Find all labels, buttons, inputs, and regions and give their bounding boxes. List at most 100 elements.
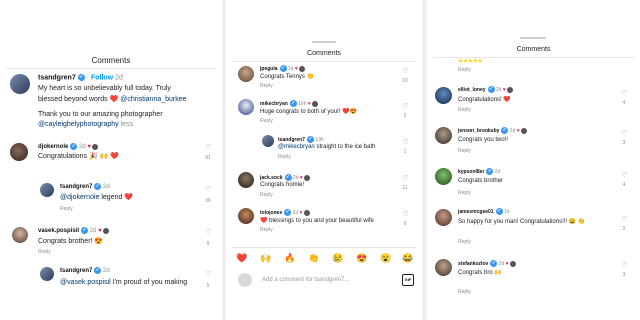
comment-header[interactable]: jamesmcgee01 ✓ 1d — [458, 208, 510, 215]
comment-header[interactable]: tolojones ✓ 2d ♥ — [260, 209, 310, 216]
comment-header[interactable]: jpegula ✓ 1d ♥ — [260, 65, 305, 72]
username[interactable]: tsandgren7 — [38, 74, 76, 81]
drag-handle[interactable] — [312, 41, 336, 43]
comment-header[interactable]: tsandgren7 ✓ 13h — [278, 136, 324, 143]
comment-header[interactable]: kypsonl8er ✓ 2d — [458, 168, 500, 175]
gif-button[interactable]: GIF — [402, 274, 414, 286]
avatar[interactable] — [40, 267, 54, 281]
emoji-fire-button[interactable]: 🔥 — [284, 253, 295, 264]
like-heart-icon[interactable]: ♡ — [402, 139, 409, 146]
follow-button[interactable]: Follow — [91, 74, 113, 81]
verified-badge-icon: ✓ — [70, 143, 78, 150]
like-heart-icon[interactable]: ♡ — [621, 130, 628, 137]
comment-header[interactable]: tsandgren7 ✓ 2d — [60, 183, 110, 190]
comment-text: Huge congrats to both of you!! ❤️😍 — [260, 109, 357, 115]
reply-link[interactable]: Reply — [458, 289, 471, 295]
comment-text: Congrats Tennys 👏 — [260, 74, 315, 80]
mention-link[interactable]: @christianna_burkee — [120, 96, 186, 103]
avatar[interactable] — [238, 66, 254, 82]
comment-header[interactable]: stefankozlov ✓ 2d ♥ — [458, 260, 516, 267]
like-heart-icon[interactable]: ♡ — [621, 172, 628, 179]
reply-link[interactable]: Reply — [260, 227, 273, 233]
reply-link[interactable]: Reply — [260, 83, 273, 89]
emoji-laughing-button[interactable]: 😂 — [402, 253, 413, 264]
comment-text: @mikecbryan straight to the ice bath — [278, 144, 376, 150]
verified-badge-icon: ✓ — [77, 74, 85, 81]
like-count: 6 — [403, 221, 407, 227]
avatar[interactable] — [435, 259, 452, 276]
avatar[interactable] — [262, 135, 274, 147]
comment-header[interactable]: jenson_brooksby ✓ 2d ♥ — [458, 127, 527, 134]
avatar[interactable] — [40, 183, 54, 197]
comment-header[interactable]: djokernole ✓ 2d ♥ — [38, 143, 98, 150]
reply-link[interactable]: Reply — [458, 148, 471, 154]
like-heart-icon[interactable]: ♡ — [205, 186, 212, 193]
avatar[interactable] — [238, 99, 254, 115]
verified-badge-icon: ✓ — [490, 260, 498, 267]
like-count: 4 — [622, 182, 626, 188]
like-heart-icon[interactable]: ♡ — [205, 144, 212, 151]
comment-text: @vasek.pospisil I'm proud of you making — [60, 279, 188, 286]
comment-header[interactable]: jack.sock ✓ 2d ♥ — [260, 174, 310, 181]
emoji-heart-eyes-button[interactable]: 😍 — [356, 253, 367, 264]
less-link[interactable]: less — [119, 121, 133, 128]
emoji-sad-button[interactable]: 😢 — [332, 253, 343, 264]
avatar[interactable] — [238, 172, 254, 188]
emoji-raised-hands-button[interactable]: 🙌 — [260, 253, 271, 264]
avatar[interactable] — [12, 227, 28, 243]
emoji-surprised-button[interactable]: 😮 — [380, 253, 391, 264]
avatar[interactable] — [435, 127, 452, 144]
reply-link[interactable]: Reply — [458, 107, 471, 113]
avatar[interactable] — [435, 168, 452, 185]
post-author[interactable]: tsandgren7 ✓ · Follow 2d — [38, 74, 123, 81]
reply-link[interactable]: Reply — [278, 154, 291, 160]
like-heart-icon[interactable]: ♡ — [402, 68, 409, 75]
comment-text: Congrats brother — [458, 178, 504, 184]
current-user-avatar — [238, 273, 252, 287]
comment-text: So happy for you man! Congratulations!!!… — [458, 219, 586, 225]
like-heart-icon[interactable]: ♡ — [205, 229, 212, 236]
verified-badge-icon: ✓ — [495, 208, 503, 215]
avatar[interactable] — [435, 87, 452, 104]
emoji-heart-button[interactable]: ❤️ — [236, 253, 247, 264]
mention-link[interactable]: @mikecbryan — [278, 144, 315, 150]
reply-link[interactable]: Reply — [260, 118, 273, 124]
username: tsandgren7 — [278, 136, 305, 143]
comment-header[interactable]: tsandgren7 ✓ 2d — [60, 267, 110, 274]
reply-link[interactable]: Reply — [260, 192, 273, 198]
like-heart-icon[interactable]: ♡ — [205, 271, 212, 278]
comment-input[interactable]: Add a comment for tsandgren7... — [262, 277, 349, 283]
comment-header[interactable]: elliot_loney ✓ 2d ♥ — [458, 86, 513, 93]
username: jpegula — [260, 65, 278, 72]
username: jenson_brooksby — [458, 127, 500, 134]
reply-link[interactable]: Reply — [458, 239, 471, 245]
mention-link[interactable]: @vasek.pospisil — [60, 279, 111, 286]
verified-badge-icon: ✓ — [486, 168, 494, 175]
username: tsandgren7 — [60, 184, 93, 191]
avatar[interactable] — [10, 143, 28, 161]
reply-link[interactable]: Reply — [60, 206, 73, 212]
avatar[interactable] — [238, 208, 254, 224]
avatar[interactable] — [435, 209, 452, 226]
mention-link[interactable]: @cayleighelyphotography — [38, 121, 119, 128]
verified-badge-icon: ✓ — [94, 267, 102, 274]
drag-handle[interactable] — [520, 37, 546, 39]
like-heart-icon[interactable]: ♡ — [621, 262, 628, 269]
like-count: 3 — [622, 272, 626, 278]
like-heart-icon[interactable]: ♡ — [402, 103, 409, 110]
reply-link[interactable]: Reply — [38, 249, 51, 255]
like-heart-icon[interactable]: ♡ — [621, 90, 628, 97]
emoji-clap-button[interactable]: 👏 — [308, 253, 319, 264]
avatar[interactable] — [10, 74, 30, 94]
comment-header[interactable]: mikecbryan ✓ 16h ♥ — [260, 100, 318, 107]
mention-link[interactable]: @djokernole — [60, 194, 99, 201]
like-heart-icon[interactable]: ♡ — [621, 216, 628, 223]
like-count: 5 — [206, 283, 210, 289]
like-heart-icon[interactable]: ♡ — [402, 211, 409, 218]
comment-header[interactable]: vasek.pospisil ✓ 2d ♥ — [38, 227, 109, 234]
verified-badge-icon: ✓ — [279, 65, 287, 72]
reply-link[interactable]: Reply — [458, 190, 471, 196]
like-heart-icon[interactable]: ♡ — [402, 175, 409, 182]
reply-link[interactable]: Reply — [458, 67, 471, 73]
timestamp: 2d — [115, 74, 123, 82]
